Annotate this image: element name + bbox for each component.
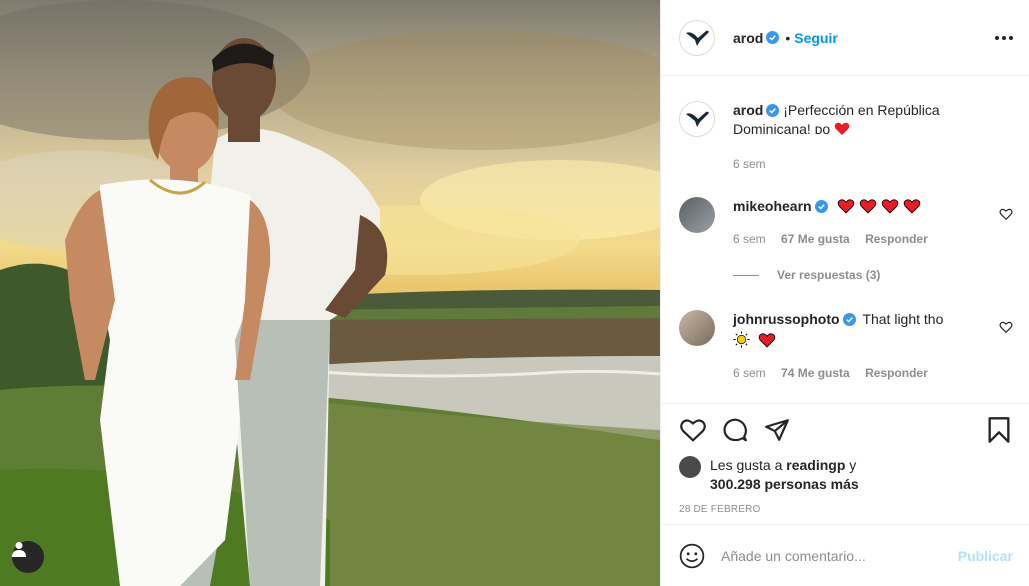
author-avatar[interactable]: [679, 19, 715, 56]
like-comment-heart-icon[interactable]: [999, 207, 1013, 221]
comment-username[interactable]: mikeohearn: [733, 198, 812, 214]
likes-conj: y: [849, 457, 857, 473]
red-heart-icon: [834, 122, 850, 135]
verified-badge-icon: [766, 31, 780, 44]
follow-button[interactable]: Seguir: [794, 30, 838, 46]
likes-prefix: Les gusta a: [710, 457, 783, 473]
red-heart-icon: [882, 199, 899, 214]
red-heart-icon: [903, 199, 921, 214]
liker-username[interactable]: readingp: [786, 457, 845, 473]
red-heart-icon: [758, 333, 776, 348]
comment-time[interactable]: 6 sem: [733, 232, 766, 246]
verified-badge-icon: [766, 104, 780, 117]
comment-time[interactable]: 6 sem: [733, 366, 766, 380]
commenter-avatar[interactable]: [679, 310, 715, 346]
replies-divider: [733, 274, 759, 276]
verified-badge-icon: [842, 313, 856, 326]
publish-button[interactable]: Publicar: [958, 548, 1013, 564]
add-comment-bar: Publicar: [661, 524, 1029, 586]
comment-username[interactable]: johnrussophoto: [733, 311, 840, 327]
comment-row: mikeohearn 6 sem 67 Me gusta Responder: [679, 197, 1013, 249]
more-options-icon[interactable]: [995, 35, 1013, 40]
emoji-smiley-icon[interactable]: [679, 543, 705, 569]
comment-likes[interactable]: 67 Me gusta: [781, 232, 850, 246]
comments-list: arod ¡Perfección en República Dominicana…: [661, 77, 1029, 403]
verified-badge-icon: [814, 200, 828, 213]
comment-row: johnrussophoto That light tho 6 sem 74 M…: [679, 310, 1013, 383]
likes-summary: Les gusta a readingp y 300.298 personas …: [679, 456, 1013, 494]
share-send-icon[interactable]: [763, 416, 791, 444]
separator-dot: •: [785, 29, 791, 46]
comment-bubble-icon[interactable]: [721, 416, 749, 444]
reply-button[interactable]: Responder: [865, 366, 928, 380]
likes-count[interactable]: 300.298 personas más: [710, 476, 859, 492]
red-heart-icon: [860, 199, 877, 214]
red-heart-icon: [838, 199, 855, 214]
caption-row: arod ¡Perfección en República Dominicana…: [679, 101, 1013, 174]
view-replies-button[interactable]: Ver respuestas (3): [733, 268, 880, 282]
arod-logo-icon: [686, 30, 709, 46]
commenter-avatar[interactable]: [679, 197, 715, 233]
comment-input[interactable]: [721, 547, 958, 564]
author-username[interactable]: arod: [733, 30, 763, 46]
bookmark-icon[interactable]: [985, 416, 1013, 444]
post-side-panel: arod • Seguir arod ¡Perfección en Repúbl…: [660, 0, 1029, 586]
comment-likes[interactable]: 74 Me gusta: [781, 366, 850, 380]
caption-avatar[interactable]: [679, 101, 715, 137]
view-replies-label: Ver respuestas (3): [777, 268, 881, 282]
arod-logo-icon: [686, 111, 709, 127]
reply-button[interactable]: Responder: [865, 232, 928, 246]
post-photo[interactable]: [0, 0, 660, 586]
post-photo-art: [0, 0, 660, 586]
post-actions: Les gusta a readingp y 300.298 personas …: [661, 403, 1029, 524]
user-tag-icon[interactable]: [12, 541, 44, 573]
sun-emoji-icon: [733, 331, 750, 348]
like-heart-icon[interactable]: [679, 416, 707, 444]
post-header: arod • Seguir: [661, 0, 1029, 76]
comment-emoji-hearts: [837, 198, 921, 214]
caption-time[interactable]: 6 sem: [733, 157, 766, 171]
post-date[interactable]: 28 DE FEBRERO: [679, 504, 1013, 515]
like-comment-heart-icon[interactable]: [999, 320, 1013, 334]
comment-text: That light tho: [862, 311, 944, 327]
liker-avatar[interactable]: [679, 456, 701, 478]
caption-username[interactable]: arod: [733, 102, 763, 118]
